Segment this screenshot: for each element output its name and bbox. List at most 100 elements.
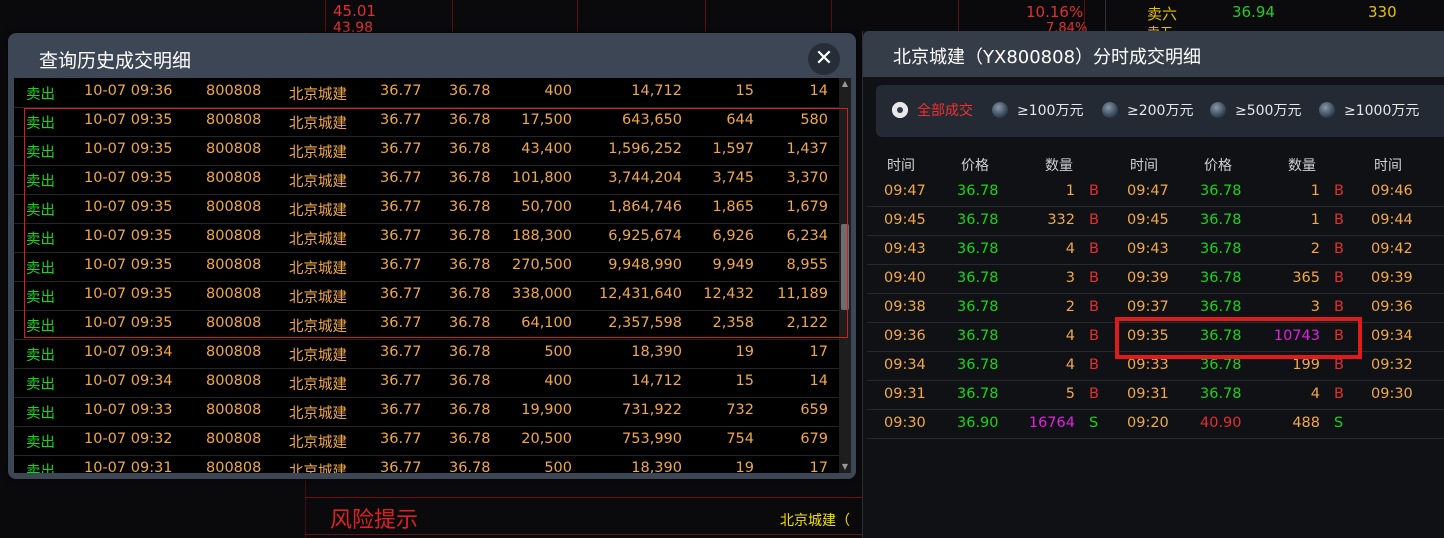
trade-price: 36.77 — [380, 228, 422, 244]
trade-count: 6,926 — [712, 228, 754, 244]
trade-amount: 753,990 — [622, 431, 682, 447]
trade-time: 09:38 — [884, 299, 926, 315]
table-row[interactable]: 卖出 10-07 09:34 800808 北京城建 36.77 36.78 400 14,7… — [14, 368, 842, 398]
stock-name: 北京城建 — [289, 87, 347, 103]
table-row[interactable]: 卖出 10-07 09:36 800808 北京城建 36.77 36.78 400 14,7… — [14, 78, 842, 108]
table-row[interactable]: 卖出 10-07 09:35 800808 北京城建 36.77 36.78 101,800… — [14, 165, 842, 195]
trade-price: 36.78 — [449, 228, 491, 244]
trade-count: 17 — [809, 344, 828, 360]
radio-icon — [1102, 102, 1118, 118]
trade-price: 36.77 — [380, 431, 422, 447]
trade-direction: 卖出 — [26, 87, 55, 103]
table-row[interactable]: 09:31 36.78 5 B 09:31 36.78 4 B 09:30 — [867, 381, 1444, 410]
trade-flag: B — [1334, 299, 1344, 315]
trade-time: 09:20 — [1127, 415, 1169, 431]
trade-time: 10-07 09:35 — [84, 315, 173, 331]
stock-code: 800808 — [206, 373, 262, 389]
scroll-up-arrow-icon[interactable]: ▲ — [839, 78, 851, 90]
trade-volume: 3 — [1310, 299, 1320, 315]
trade-direction: 卖出 — [26, 290, 55, 306]
trade-flag: B — [1334, 328, 1344, 344]
trade-price: 36.78 — [449, 83, 491, 99]
trade-volume: 1 — [1065, 183, 1075, 199]
trade-flag: B — [1089, 357, 1099, 373]
trade-time: 09:40 — [884, 270, 926, 286]
table-row[interactable]: 卖出 10-07 09:32 800808 北京城建 36.77 36.78 20,500 7… — [14, 426, 842, 456]
ask-level-label: 卖六 — [1147, 5, 1178, 23]
panel-title: 北京城建（YX800808）分时成交明细 — [893, 47, 1202, 68]
table-row[interactable]: 09:36 36.78 4 B 09:35 36.78 10743 B 09:34 — [867, 323, 1444, 352]
trade-volume: 64,100 — [521, 315, 572, 331]
table-row[interactable]: 09:30 36.90 16764 S 09:20 40.90 488 S — [867, 410, 1444, 439]
risk-warning-title: 风险提示 — [330, 508, 419, 533]
filter-1000w[interactable]: ≥1000万元 — [1319, 100, 1419, 120]
trade-count: 15 — [735, 373, 754, 389]
trade-price: 36.78 — [957, 386, 999, 402]
trade-count: 679 — [800, 431, 828, 447]
background-divider — [305, 497, 865, 498]
scrollbar-thumb[interactable] — [841, 224, 849, 310]
trade-price: 36.77 — [380, 344, 422, 360]
stock-name: 北京城建 — [289, 464, 347, 473]
table-row[interactable]: 卖出 10-07 09:34 800808 北京城建 36.77 36.78 500 18,3… — [14, 339, 842, 369]
trade-count: 1,597 — [712, 141, 754, 157]
stock-code: 800808 — [206, 257, 262, 273]
table-row[interactable]: 卖出 10-07 09:35 800808 北京城建 36.77 36.78 17,500 6… — [14, 107, 842, 137]
trade-direction: 卖出 — [26, 319, 55, 335]
table-row[interactable]: 09:47 36.78 1 B 09:47 36.78 1 B 09:46 — [867, 178, 1444, 207]
trade-time: 09:31 — [884, 386, 926, 402]
trade-price: 36.77 — [380, 199, 422, 215]
trade-time: 10-07 09:35 — [84, 257, 173, 273]
table-row[interactable]: 09:40 36.78 3 B 09:39 36.78 365 B 09:39 — [867, 265, 1444, 294]
trade-price: 36.78 — [1200, 183, 1242, 199]
trade-time: 10-07 09:34 — [84, 373, 173, 389]
trade-direction: 卖出 — [26, 203, 55, 219]
minute-trades-panel: 北京城建（YX800808）分时成交明细 全部成交 ≥100万元 ≥200万元 … — [862, 31, 1444, 538]
trade-price: 36.77 — [380, 170, 422, 186]
scroll-down-arrow-icon[interactable]: ▼ — [839, 461, 851, 473]
amount-filter-bar: 全部成交 ≥100万元 ≥200万元 ≥500万元 ≥1000万元 — [876, 85, 1444, 137]
trade-count: 11,189 — [777, 286, 828, 302]
table-row[interactable]: 卖出 10-07 09:35 800808 北京城建 36.77 36.78 43,400 1… — [14, 136, 842, 166]
vertical-scrollbar[interactable]: ▲ ▼ — [839, 78, 851, 473]
table-row[interactable]: 卖出 10-07 09:35 800808 北京城建 36.77 36.78 338,000… — [14, 281, 842, 311]
filter-all-trades[interactable]: 全部成交 — [892, 100, 973, 120]
stock-name: 北京城建 — [289, 406, 347, 422]
stock-name: 北京城建 — [289, 290, 347, 306]
trade-flag: B — [1334, 357, 1344, 373]
filter-200w[interactable]: ≥200万元 — [1102, 100, 1193, 120]
trade-time: 09:32 — [1371, 357, 1413, 373]
table-row[interactable]: 卖出 10-07 09:35 800808 北京城建 36.77 36.78 188,300… — [14, 223, 842, 253]
column-header-time: 时间 — [1374, 158, 1402, 174]
table-row[interactable]: 卖出 10-07 09:35 800808 北京城建 36.77 36.78 64,100 2… — [14, 310, 842, 340]
table-row[interactable]: 卖出 10-07 09:33 800808 北京城建 36.77 36.78 19,900 7… — [14, 397, 842, 427]
stock-code: 800808 — [206, 170, 262, 186]
trade-volume: 10743 — [1273, 328, 1320, 344]
table-row[interactable]: 卖出 10-07 09:31 800808 北京城建 36.77 36.78 500 18,3… — [14, 455, 842, 473]
trade-time: 09:35 — [1127, 328, 1169, 344]
table-row[interactable]: 卖出 10-07 09:35 800808 北京城建 36.77 36.78 50,700 1… — [14, 194, 842, 224]
trade-amount: 6,925,674 — [608, 228, 682, 244]
table-row[interactable]: 09:45 36.78 332 B 09:45 36.78 1 B 09:44 — [867, 207, 1444, 236]
close-icon[interactable]: ✕ — [808, 43, 840, 75]
trade-flag: B — [1089, 270, 1099, 286]
trade-volume: 4 — [1065, 241, 1075, 257]
trade-volume: 400 — [544, 373, 572, 389]
filter-100w[interactable]: ≥100万元 — [992, 100, 1083, 120]
table-row[interactable]: 09:38 36.78 2 B 09:37 36.78 3 B 09:36 — [867, 294, 1444, 323]
trade-volume: 488 — [1292, 415, 1320, 431]
filter-500w[interactable]: ≥500万元 — [1210, 100, 1301, 120]
trade-price: 36.78 — [449, 460, 491, 473]
trade-price: 36.78 — [449, 373, 491, 389]
background-percent: 10.16% — [1026, 3, 1084, 21]
table-row[interactable]: 09:34 36.78 4 B 09:33 36.78 199 B 09:32 — [867, 352, 1444, 381]
trade-time: 09:39 — [1371, 270, 1413, 286]
trade-direction: 卖出 — [26, 232, 55, 248]
radio-icon — [1319, 102, 1335, 118]
table-row[interactable]: 09:43 36.78 4 B 09:43 36.78 2 B 09:42 — [867, 236, 1444, 265]
radio-icon — [992, 102, 1008, 118]
trade-price: 36.78 — [449, 431, 491, 447]
trade-count: 659 — [800, 402, 828, 418]
table-row[interactable]: 卖出 10-07 09:35 800808 北京城建 36.77 36.78 270,500… — [14, 252, 842, 282]
trade-price: 36.78 — [1200, 212, 1242, 228]
